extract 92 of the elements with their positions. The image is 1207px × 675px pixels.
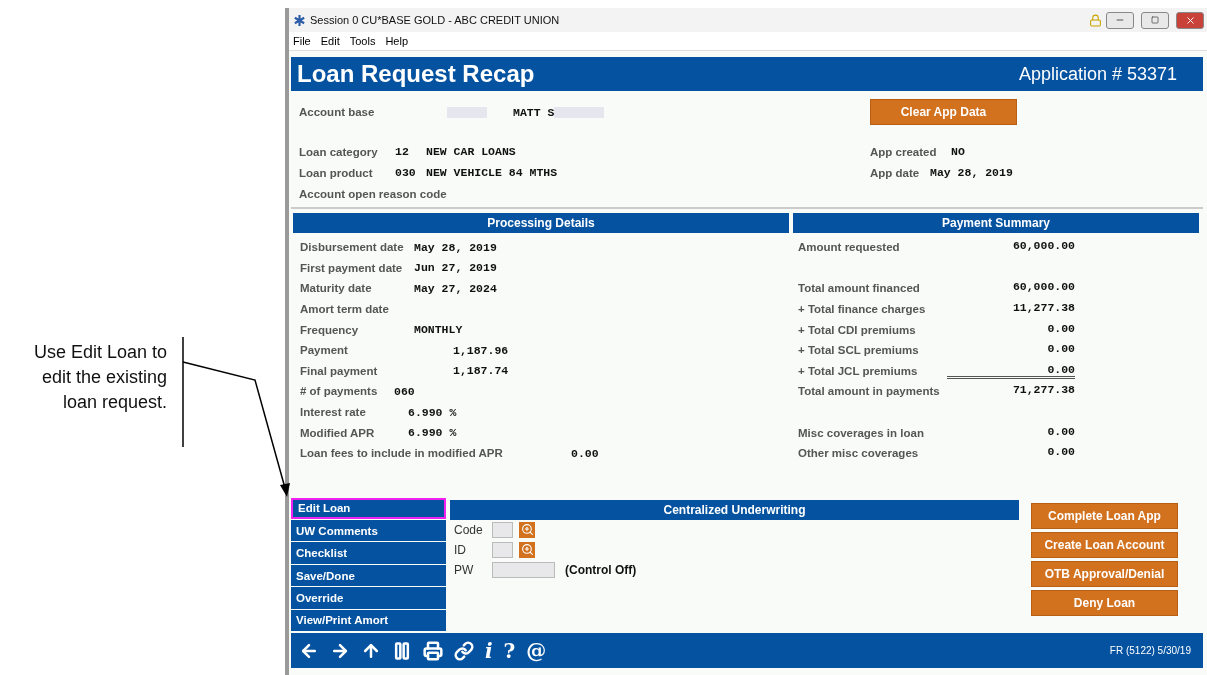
field-label: Loan fees to include in modified APR xyxy=(300,447,504,460)
field-value: May 28, 2019 xyxy=(930,166,1013,179)
field-value: 0.00 xyxy=(1046,342,1075,358)
field-label: + Total CDI premiums xyxy=(798,323,916,336)
field-value: 0.00 xyxy=(1046,321,1075,337)
field-label: Loan product xyxy=(299,166,374,179)
field-label: Account open reason code xyxy=(299,187,447,200)
input-field[interactable] xyxy=(492,521,513,538)
password-field[interactable] xyxy=(492,561,555,578)
field-label: Payment xyxy=(300,344,349,357)
account-name: MATT S xyxy=(513,105,555,119)
field-label: App date xyxy=(870,166,921,179)
field-label: Frequency xyxy=(300,323,360,336)
zoom-in-icon[interactable] xyxy=(519,521,535,538)
field-label: Loan category xyxy=(299,145,379,158)
field-value: May 28, 2019 xyxy=(414,240,497,254)
field-label: ID xyxy=(454,542,467,557)
asterisk-icon xyxy=(293,13,306,27)
field-label: + Total SCL premiums xyxy=(798,344,919,357)
lock-icon xyxy=(1089,13,1102,27)
toolbar-button[interactable]: i xyxy=(485,638,493,663)
field-value: 60,000.00 xyxy=(1011,239,1075,255)
application-number: Application # 53371 xyxy=(1018,63,1177,85)
field-label: + Total finance charges xyxy=(798,303,926,316)
callout-text: Use Edit Loan to edit the existing loan request. xyxy=(32,341,167,414)
field-label: Modified APR xyxy=(300,426,376,439)
minimize-button[interactable] xyxy=(1106,11,1134,29)
maximize-icon xyxy=(1151,16,1159,24)
menu-item[interactable]: Edit xyxy=(320,35,340,47)
field-value: 060 xyxy=(394,384,415,398)
field-value: 1,187.96 xyxy=(453,343,509,357)
section-header: Processing Details xyxy=(293,213,789,233)
screen-code: FR (5122) 5/30/19 xyxy=(1109,645,1191,656)
field-value: NEW VEHICLE 84 MTHS xyxy=(426,166,558,179)
field-value: Jun 27, 2019 xyxy=(414,261,497,275)
field-label: Maturity date xyxy=(300,282,373,295)
nav-button[interactable]: UW Comments xyxy=(291,520,446,542)
field-value: 0.00 xyxy=(947,362,1075,379)
field-label: Interest rate xyxy=(300,406,367,419)
field-label: Code xyxy=(454,522,484,537)
field-code: 12 xyxy=(395,145,410,158)
field-label: Misc coverages in loan xyxy=(798,426,924,439)
close-button[interactable] xyxy=(1176,11,1204,29)
close-icon xyxy=(1184,14,1196,26)
nav-button[interactable]: Edit Loan xyxy=(291,497,446,520)
toolbar-button[interactable]: ? xyxy=(503,638,516,663)
field-label: App created xyxy=(870,145,938,158)
section-header: Centralized Underwriting xyxy=(450,499,1019,520)
nav-button[interactable]: Checklist xyxy=(291,542,446,564)
nav-button[interactable]: Save/Done xyxy=(291,564,446,587)
pause-icon[interactable] xyxy=(392,640,412,661)
menu-item[interactable]: Tools xyxy=(349,35,376,47)
field-value: May 27, 2024 xyxy=(414,282,497,295)
field-label: Disbursement date xyxy=(300,241,405,254)
field-value: 71,277.38 xyxy=(1011,383,1075,399)
field-value: 6.990 % xyxy=(408,426,457,440)
field-code: 030 xyxy=(395,166,417,179)
zoom-in-icon[interactable] xyxy=(519,541,535,558)
menu-item[interactable]: File xyxy=(293,35,311,47)
printer-icon[interactable] xyxy=(423,640,443,661)
control-note: (Control Off) xyxy=(565,562,637,577)
field-label: Account base xyxy=(299,106,376,118)
section-header: Payment Summary xyxy=(793,213,1199,233)
field-label: Amount requested xyxy=(798,241,900,254)
field-label: Amort term date xyxy=(300,303,390,316)
field-label: Final payment xyxy=(300,364,379,377)
window-title: Session 0 CU*BASE GOLD - ABC CREDIT UNION xyxy=(310,14,561,26)
page-title: Loan Request Recap xyxy=(297,60,535,88)
maximize-button[interactable] xyxy=(1141,11,1169,29)
nav-button[interactable]: Override xyxy=(291,587,446,609)
field-value: NEW CAR LOANS xyxy=(426,145,516,158)
field-value: NO xyxy=(951,145,965,158)
field-value: 60,000.00 xyxy=(1011,280,1075,296)
field-label: First payment date xyxy=(300,261,404,274)
field-label: Total amount financed xyxy=(798,282,920,295)
field-label: # of payments xyxy=(300,385,379,398)
menu-item[interactable]: Help xyxy=(385,35,408,47)
link-icon[interactable] xyxy=(454,640,474,661)
field-value: 0.00 xyxy=(1046,424,1075,440)
field-value: 1,187.74 xyxy=(453,364,509,378)
toolbar-button[interactable]: @ xyxy=(526,638,547,663)
field-label: + Total JCL premiums xyxy=(798,364,918,377)
field-label: Total amount in payments xyxy=(798,385,940,398)
field-value: 0.00 xyxy=(571,446,599,460)
field-value: MONTHLY xyxy=(414,323,463,337)
field-value: 6.990 % xyxy=(408,405,457,419)
input-field[interactable] xyxy=(492,541,513,558)
nav-button[interactable]: View/Print Amort xyxy=(291,609,446,631)
field-value: 11,277.38 xyxy=(1011,301,1075,317)
field-label: Other misc coverages xyxy=(798,447,919,460)
field-label: PW xyxy=(454,562,475,577)
field-value: 0.00 xyxy=(1046,445,1075,461)
